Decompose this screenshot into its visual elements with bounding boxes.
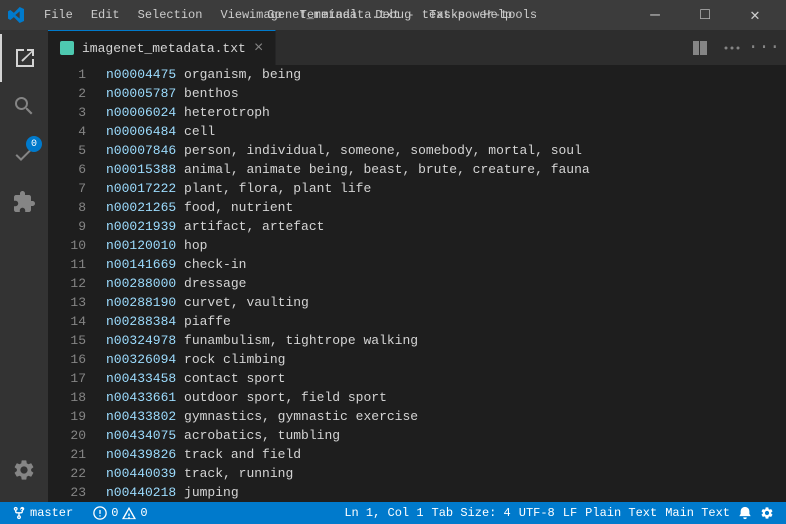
error-count: 0 <box>111 506 118 520</box>
git-branch-label: master <box>30 506 73 520</box>
tab-actions: ··· <box>686 30 786 65</box>
main-text[interactable]: Main Text <box>661 502 734 524</box>
line-number: 7 <box>48 179 86 198</box>
maximize-button[interactable]: □ <box>682 0 728 30</box>
code-line: n00017222 plant, flora, plant life <box>106 179 772 198</box>
minimize-button[interactable]: — <box>632 0 678 30</box>
activity-explorer[interactable] <box>0 34 48 82</box>
errors-warnings[interactable]: 0 0 <box>89 502 151 524</box>
line-number: 14 <box>48 312 86 331</box>
cursor-position[interactable]: Ln 1, Col 1 <box>340 502 427 524</box>
error-icon <box>93 506 107 520</box>
code-line: n00326094 rock climbing <box>106 350 772 369</box>
line-number: 4 <box>48 122 86 141</box>
tab-bar: imagenet_metadata.txt × ··· <box>48 30 786 65</box>
code-line: n00440218 jumping <box>106 483 772 502</box>
code-area[interactable]: n00004475 organism, beingn00005787 benth… <box>98 65 772 502</box>
code-line: n00433661 outdoor sport, field sport <box>106 388 772 407</box>
warning-count: 0 <box>140 506 147 520</box>
code-line: n00004475 organism, being <box>106 65 772 84</box>
code-line: n00006484 cell <box>106 122 772 141</box>
activity-settings[interactable] <box>0 446 48 494</box>
menu-file[interactable]: File <box>36 6 81 24</box>
active-tab[interactable]: imagenet_metadata.txt × <box>48 30 276 65</box>
git-branch[interactable]: master <box>8 502 77 524</box>
code-line: n00120010 hop <box>106 236 772 255</box>
window-title: imagenet_metadata.txt - text-power-tools <box>249 8 537 22</box>
code-line: n00005787 benthos <box>106 84 772 103</box>
title-bar: File Edit Selection View Go Terminal Deb… <box>0 0 786 30</box>
line-number: 8 <box>48 198 86 217</box>
line-number: 11 <box>48 255 86 274</box>
code-line: n00288000 dressage <box>106 274 772 293</box>
editor[interactable]: 123456789101112131415161718192021222324 … <box>48 65 786 502</box>
activity-bar: 0 <box>0 30 48 502</box>
editor-area: imagenet_metadata.txt × ··· 123456789101… <box>48 30 786 502</box>
split-editor-button[interactable] <box>686 34 714 62</box>
code-line: n00434075 acrobatics, tumbling <box>106 426 772 445</box>
line-number: 19 <box>48 407 86 426</box>
menu-edit[interactable]: Edit <box>83 6 128 24</box>
overflow-button[interactable]: ··· <box>750 34 778 62</box>
line-number: 22 <box>48 464 86 483</box>
close-button[interactable]: ✕ <box>732 0 778 30</box>
line-number: 17 <box>48 369 86 388</box>
code-line: n00324978 funambulism, tightrope walking <box>106 331 772 350</box>
code-line: n00288384 piaffe <box>106 312 772 331</box>
tab-size[interactable]: Tab Size: 4 <box>428 502 515 524</box>
code-line: n00440039 track, running <box>106 464 772 483</box>
line-number: 15 <box>48 331 86 350</box>
code-line: n00006024 heterotroph <box>106 103 772 122</box>
bell-icon <box>738 506 752 520</box>
eol[interactable]: LF <box>559 502 581 524</box>
vscode-logo-icon <box>8 7 24 23</box>
encoding[interactable]: UTF-8 <box>515 502 559 524</box>
scrollbar-track[interactable] <box>772 65 786 502</box>
code-line: n00439826 track and field <box>106 445 772 464</box>
code-line: n00433802 gymnastics, gymnastic exercise <box>106 407 772 426</box>
line-number: 21 <box>48 445 86 464</box>
activity-extensions[interactable] <box>0 178 48 226</box>
line-number: 20 <box>48 426 86 445</box>
warning-icon <box>122 506 136 520</box>
line-numbers: 123456789101112131415161718192021222324 <box>48 65 98 502</box>
more-actions-button[interactable] <box>718 34 746 62</box>
activity-search[interactable] <box>0 82 48 130</box>
line-number: 12 <box>48 274 86 293</box>
gear-icon <box>760 506 774 520</box>
source-control-badge: 0 <box>26 136 42 152</box>
status-right: Ln 1, Col 1 Tab Size: 4 UTF-8 LF Plain T… <box>340 502 778 524</box>
code-line: n00288190 curvet, vaulting <box>106 293 772 312</box>
line-number: 23 <box>48 483 86 502</box>
code-line: n00007846 person, individual, someone, s… <box>106 141 772 160</box>
tab-close-button[interactable]: × <box>254 40 264 56</box>
code-line: n00015388 animal, animate being, beast, … <box>106 160 772 179</box>
main-layout: 0 imagenet_metadata.txt × <box>0 30 786 502</box>
code-line: n00141669 check-in <box>106 255 772 274</box>
status-bar: master 0 0 Ln 1, Col 1 Tab Size: 4 UTF-8… <box>0 502 786 524</box>
file-icon <box>60 41 74 55</box>
activity-source-control[interactable]: 0 <box>0 130 48 178</box>
line-number: 10 <box>48 236 86 255</box>
code-line: n00021939 artifact, artefact <box>106 217 772 236</box>
code-line: n00021265 food, nutrient <box>106 198 772 217</box>
line-number: 18 <box>48 388 86 407</box>
line-number: 9 <box>48 217 86 236</box>
line-number: 1 <box>48 65 86 84</box>
notifications-button[interactable] <box>734 502 756 524</box>
menu-selection[interactable]: Selection <box>130 6 211 24</box>
tab-filename: imagenet_metadata.txt <box>82 41 246 56</box>
line-number: 2 <box>48 84 86 103</box>
file-type[interactable]: Plain Text <box>581 502 661 524</box>
line-number: 16 <box>48 350 86 369</box>
branch-icon <box>12 506 26 520</box>
window-controls: — □ ✕ <box>632 0 778 30</box>
line-number: 5 <box>48 141 86 160</box>
code-line: n00433458 contact sport <box>106 369 772 388</box>
line-number: 13 <box>48 293 86 312</box>
line-number: 6 <box>48 160 86 179</box>
line-number: 3 <box>48 103 86 122</box>
settings-icon-status[interactable] <box>756 502 778 524</box>
